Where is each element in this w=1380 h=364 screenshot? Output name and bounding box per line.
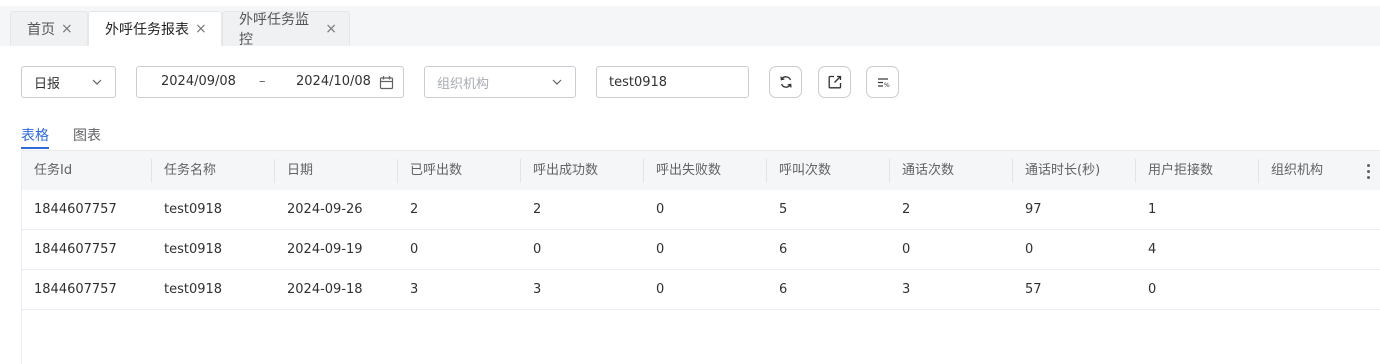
tab-outbound-task-report[interactable]: 外呼任务报表 × <box>88 11 222 46</box>
cell-rejected-count: 4 <box>1148 242 1157 257</box>
cell-task-id: 1844607757 <box>34 282 117 297</box>
date-range-separator: – <box>259 74 266 89</box>
cell-fail-count: 0 <box>656 242 665 257</box>
calendar-icon[interactable] <box>379 75 394 90</box>
org-select-placeholder: 组织机构 <box>437 76 490 92</box>
close-icon[interactable]: × <box>61 22 73 36</box>
column-settings-button[interactable]: % <box>866 66 899 98</box>
date-start-input[interactable]: 2024/09/08 <box>161 74 236 89</box>
column-header[interactable]: 日期 <box>275 151 313 191</box>
cell-talk-duration: 97 <box>1025 202 1042 217</box>
cell-call-attempts: 6 <box>779 282 788 297</box>
date-range-picker[interactable]: 2024/09/08 – 2024/10/08 <box>136 66 404 98</box>
cell-call-attempts: 6 <box>779 242 788 257</box>
cell-task-name: test0918 <box>164 242 223 257</box>
column-header[interactable]: 呼出失败数 <box>644 151 721 191</box>
view-tab-chart[interactable]: 图表 <box>73 125 101 145</box>
cell-rejected-count: 1 <box>1148 202 1157 217</box>
cell-task-name: test0918 <box>164 282 223 297</box>
refresh-button[interactable] <box>769 66 802 98</box>
view-tab-table[interactable]: 表格 <box>21 125 49 145</box>
tab-label: 外呼任务监控 <box>239 12 309 48</box>
cell-fail-count: 0 <box>656 202 665 217</box>
chevron-down-icon <box>92 79 102 85</box>
column-header[interactable]: 呼出成功数 <box>521 151 598 191</box>
period-select-value: 日报 <box>34 76 61 92</box>
cell-org <box>1259 230 1271 270</box>
export-button[interactable] <box>818 66 851 98</box>
cell-talk-count: 0 <box>902 242 911 257</box>
cell-task-id: 1844607757 <box>34 202 117 217</box>
task-name-input[interactable]: test0918 <box>596 66 749 98</box>
cell-task-name: test0918 <box>164 202 223 217</box>
table-row[interactable]: 1844607757 test0918 2024-09-26 2 2 0 5 2… <box>22 190 1380 230</box>
tab-label: 外呼任务报表 <box>105 22 189 38</box>
column-header[interactable]: 通话时长(秒) <box>1013 151 1100 191</box>
cell-fail-count: 0 <box>656 282 665 297</box>
table-row[interactable]: 1844607757 test0918 2024-09-19 0 0 0 6 0… <box>22 230 1380 270</box>
column-header[interactable]: 用户拒接数 <box>1136 151 1213 191</box>
column-header[interactable]: 任务Id <box>22 151 72 191</box>
table-header: 任务Id 任务名称 日期 已呼出数 呼出成功数 呼出失败数 呼叫次数 通话次数 … <box>22 150 1380 190</box>
more-vertical-icon[interactable] <box>1365 162 1371 180</box>
close-icon[interactable]: × <box>195 22 207 36</box>
column-header[interactable]: 呼叫次数 <box>767 151 831 191</box>
refresh-icon <box>779 76 792 88</box>
cell-talk-duration: 0 <box>1025 242 1034 257</box>
table-row[interactable]: 1844607757 test0918 2024-09-18 3 3 0 6 3… <box>22 270 1380 310</box>
column-header[interactable]: 组织机构 <box>1259 151 1323 191</box>
cell-success-count: 3 <box>533 282 542 297</box>
cell-rejected-count: 0 <box>1148 282 1157 297</box>
cell-date: 2024-09-18 <box>287 282 363 297</box>
tab-bar: 首页 × 外呼任务报表 × 外呼任务监控 × <box>0 0 1380 48</box>
close-icon[interactable]: × <box>325 22 337 36</box>
cell-date: 2024-09-26 <box>287 202 363 217</box>
svg-text:%: % <box>884 82 890 89</box>
column-header[interactable]: 任务名称 <box>152 151 216 191</box>
cell-called-count: 2 <box>410 202 419 217</box>
period-select[interactable]: 日报 <box>21 66 116 98</box>
cell-success-count: 0 <box>533 242 542 257</box>
cell-call-attempts: 5 <box>779 202 788 217</box>
tab-label: 首页 <box>27 22 55 38</box>
chevron-down-icon <box>552 79 562 85</box>
org-select[interactable]: 组织机构 <box>424 66 576 98</box>
cell-org <box>1259 190 1271 230</box>
column-settings-icon: % <box>877 78 890 89</box>
cell-date: 2024-09-19 <box>287 242 363 257</box>
column-header[interactable]: 通话次数 <box>890 151 954 191</box>
tab-outbound-task-monitor[interactable]: 外呼任务监控 × <box>222 11 350 48</box>
cell-task-id: 1844607757 <box>34 242 117 257</box>
active-tab-indicator <box>21 147 49 149</box>
cell-talk-count: 2 <box>902 202 911 217</box>
export-icon <box>828 75 841 89</box>
column-header[interactable]: 已呼出数 <box>398 151 462 191</box>
cell-org <box>1259 270 1271 310</box>
report-table: 任务Id 任务名称 日期 已呼出数 呼出成功数 呼出失败数 呼叫次数 通话次数 … <box>21 150 1380 364</box>
cell-success-count: 2 <box>533 202 542 217</box>
tab-home[interactable]: 首页 × <box>10 11 88 46</box>
cell-talk-count: 3 <box>902 282 911 297</box>
task-name-value: test0918 <box>609 74 668 90</box>
cell-called-count: 0 <box>410 242 419 257</box>
cell-talk-duration: 57 <box>1025 282 1042 297</box>
cell-called-count: 3 <box>410 282 419 297</box>
date-end-input[interactable]: 2024/10/08 <box>296 74 371 89</box>
